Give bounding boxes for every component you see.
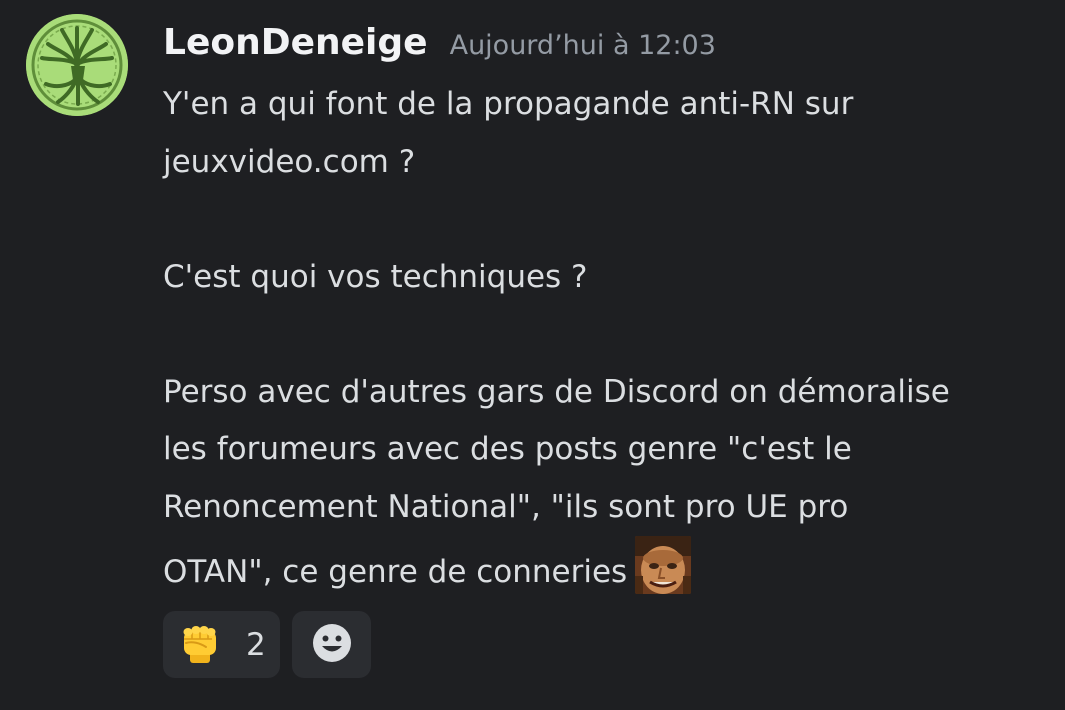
message-content: Y'en a qui font de la propagande anti-RN…: [163, 76, 1043, 602]
message-line: Y'en a qui font de la propagande anti-RN…: [163, 86, 854, 122]
raised-fist-icon: [178, 621, 222, 669]
message-line: Perso avec d'autres gars de Discord on d…: [163, 373, 950, 410]
reaction-count: 2: [246, 626, 266, 663]
message-header: LeonDeneige Aujourd’hui à 12:03: [163, 22, 716, 74]
reactions-bar: 2: [163, 611, 371, 678]
chat-message: LeonDeneige Aujourd’hui à 12:03 Y'en a q…: [0, 0, 1065, 710]
add-reaction-smiley-icon: [310, 621, 354, 669]
message-timestamp: Aujourd’hui à 12:03: [449, 30, 716, 61]
message-line: jeuxvideo.com ?: [163, 143, 416, 180]
user-avatar[interactable]: [26, 14, 128, 116]
add-reaction-button[interactable]: [292, 611, 371, 678]
message-line: OTAN", ce genre de conneries: [163, 554, 628, 590]
custom-face-emoji-icon[interactable]: [635, 536, 692, 594]
tree-of-life-icon: [26, 14, 128, 116]
message-line-with-emoji: OTAN", ce genre de conneries: [163, 536, 1043, 602]
reaction-raised-fist[interactable]: 2: [163, 611, 280, 678]
message-line: C'est quoi vos techniques ?: [163, 258, 588, 295]
message-line: Renoncement National", "ils sont pro UE …: [163, 488, 849, 525]
username[interactable]: LeonDeneige: [163, 22, 428, 63]
message-line: les forumeurs avec des posts genre "c'es…: [163, 431, 852, 467]
